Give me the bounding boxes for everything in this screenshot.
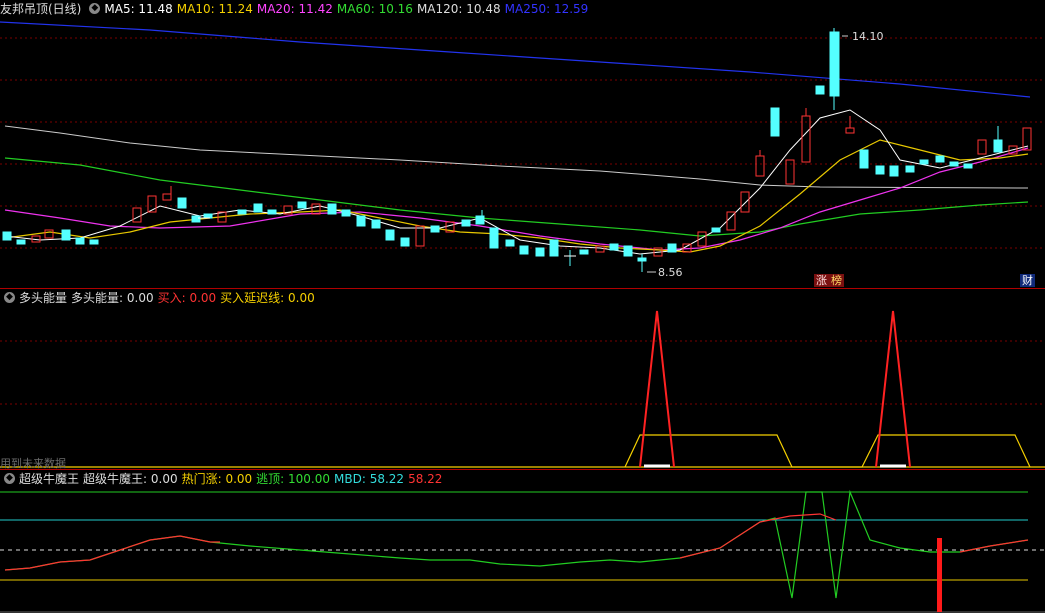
candle-up	[31, 108, 1032, 257]
low-price-label: 8.56	[658, 266, 683, 279]
kline-header: 友邦吊顶(日线) ◆ MA5: 11.48 MA10: 11.24 MA20: 11.4…	[0, 0, 592, 18]
stock-title: 友邦吊顶(日线)	[0, 2, 82, 16]
demon-chart[interactable]	[0, 470, 1045, 613]
escape-top-value: 逃顶: 100.00	[256, 472, 331, 486]
buy-signal-2	[875, 310, 911, 468]
energy-value: 多头能量: 0.00	[71, 291, 154, 305]
buy-delay-value: 买入延迟线: 0.00	[220, 291, 315, 305]
cai-tag[interactable]: 财	[1020, 274, 1035, 287]
high-price-label: 14.10	[852, 30, 884, 43]
bang-tag[interactable]: 榜	[829, 274, 844, 287]
demon-curve-green	[4, 489, 1029, 599]
demon-indicator-name: 超级牛魔王	[19, 472, 80, 486]
demon-panel[interactable]: ◆ 超级牛魔王 超级牛魔王: 0.00 热门涨: 0.00 逃顶: 100.00 MBD:…	[0, 470, 1045, 613]
demon-header: ◆ 超级牛魔王 超级牛魔王: 0.00 热门涨: 0.00 逃顶: 100.00 MBD:…	[0, 470, 446, 488]
ma20-line	[4, 147, 1029, 251]
buy-delay-line	[624, 434, 1031, 468]
mbd-value: MBD: 58.22	[334, 472, 405, 486]
kline-panel[interactable]: 友邦吊顶(日线) ◆ MA5: 11.48 MA10: 11.24 MA20: 11.4…	[0, 0, 1045, 288]
red-value: 58.22	[408, 472, 443, 486]
signal-bar	[937, 538, 942, 612]
energy-chart[interactable]	[0, 289, 1045, 469]
ma120-line	[4, 125, 1029, 189]
candle-down	[2, 28, 1003, 272]
settings-circle-icon[interactable]: ◆	[4, 473, 15, 484]
settings-circle-icon[interactable]: ◆	[4, 292, 15, 303]
kline-chart[interactable]	[0, 0, 1045, 288]
ma250-label: MA250: 12.59	[504, 2, 589, 16]
ma20-label: MA20: 11.42	[256, 2, 333, 16]
buy-signal-1	[639, 310, 675, 468]
ma5-label: MA5: 11.48	[104, 2, 173, 16]
ma60-label: MA60: 10.16	[336, 2, 413, 16]
settings-circle-icon[interactable]: ◆	[89, 3, 101, 14]
buy-value: 买入: 0.00	[157, 291, 217, 305]
ma10-label: MA10: 11.24	[176, 2, 253, 16]
demon-curve-red	[4, 535, 220, 571]
energy-panel[interactable]: ◆ 多头能量 多头能量: 0.00 买入: 0.00 买入延迟线: 0.00 用到未来数…	[0, 289, 1045, 470]
demon-value: 超级牛魔王: 0.00	[83, 472, 178, 486]
ma120-label: MA120: 10.48	[416, 2, 501, 16]
zhang-tag[interactable]: 涨	[814, 274, 829, 287]
energy-indicator-name: 多头能量	[19, 291, 68, 305]
energy-header: ◆ 多头能量 多头能量: 0.00 买入: 0.00 买入延迟线: 0.00	[0, 289, 319, 307]
hot-rise-value: 热门涨: 0.00	[181, 472, 253, 486]
